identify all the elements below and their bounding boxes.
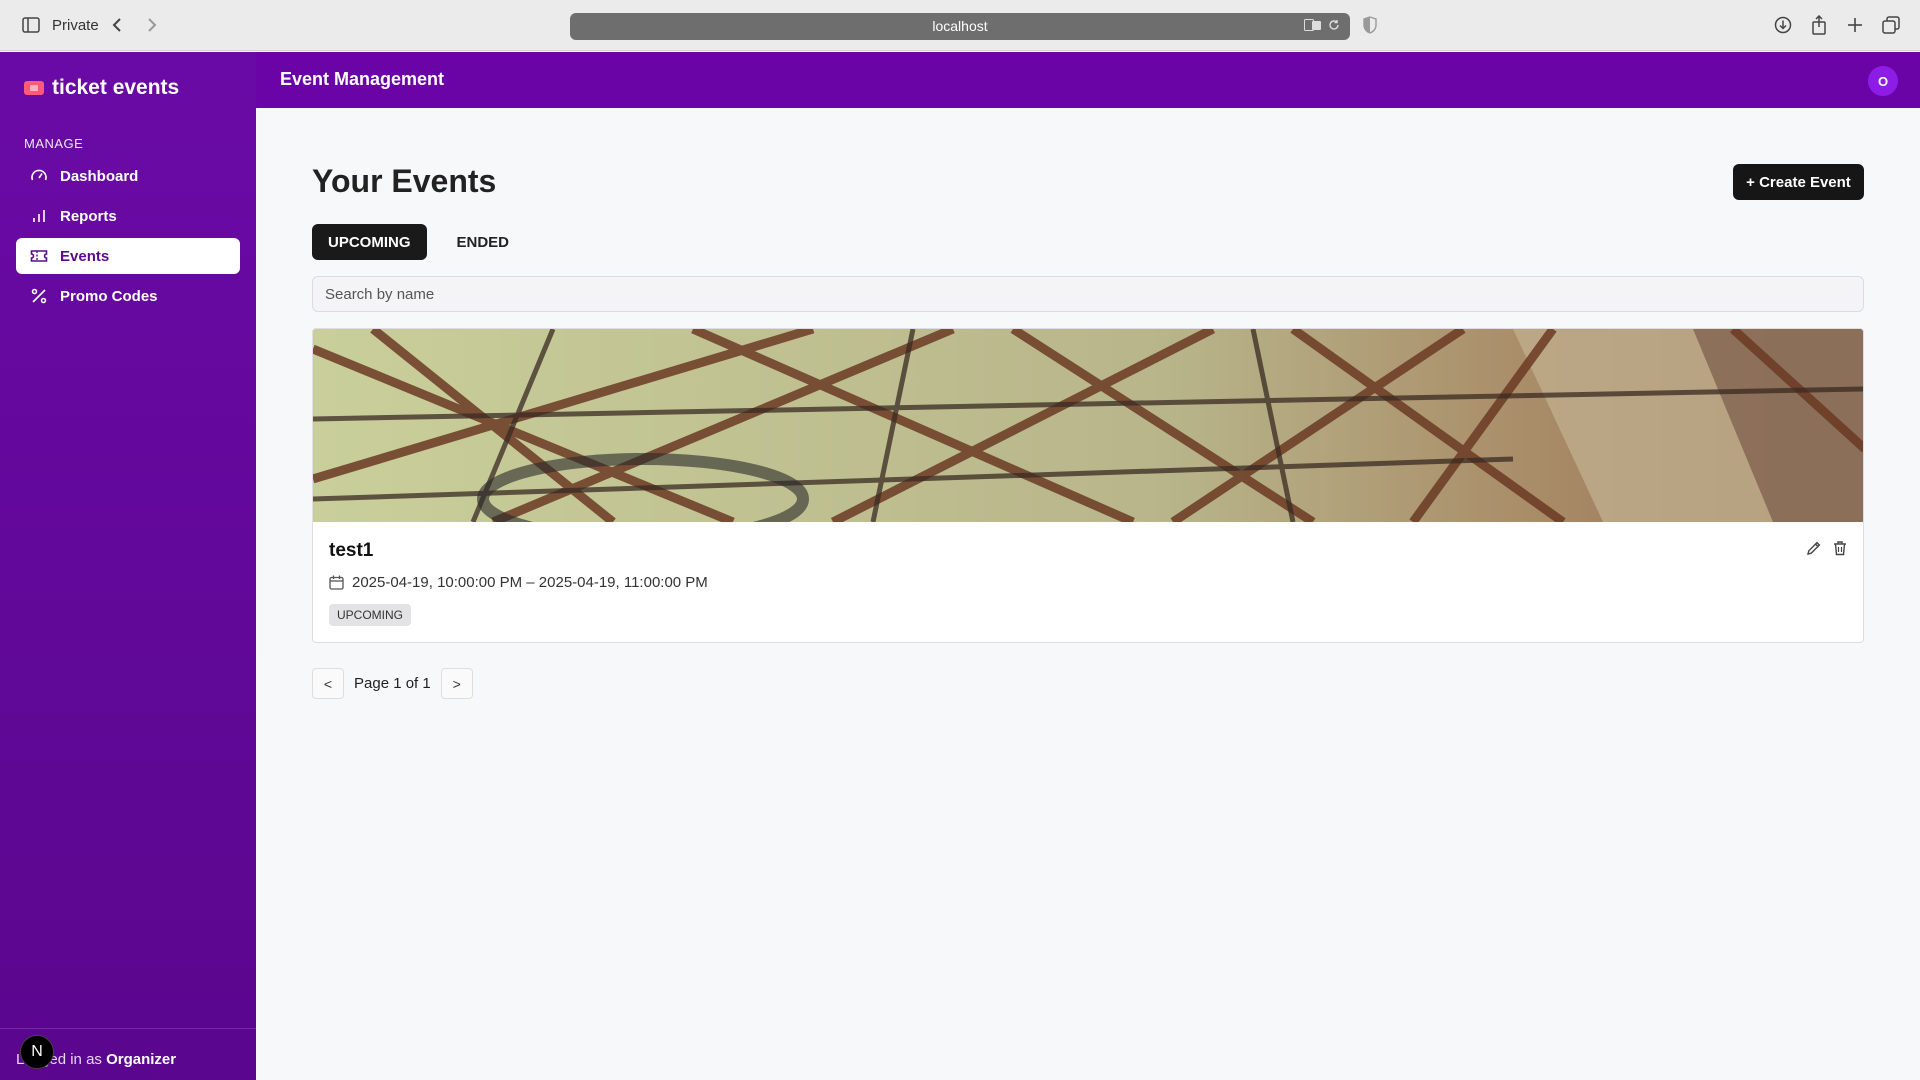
event-banner-image — [313, 329, 1863, 522]
brand-logo[interactable]: ticket events — [24, 76, 179, 100]
tab-upcoming[interactable]: UPCOMING — [312, 224, 427, 260]
private-label: Private — [52, 16, 99, 34]
sidebar-item-dashboard[interactable]: Dashboard — [16, 158, 240, 194]
page-title: Your Events — [312, 163, 497, 199]
sidebar-nav: Dashboard Reports Events Promo Codes — [16, 158, 240, 318]
sidebar-item-label: Reports — [60, 207, 117, 225]
event-card[interactable]: test1 2025-04-19, 10:00:00 PM – 2025-04-… — [312, 328, 1864, 643]
sidebar-item-events[interactable]: Events — [16, 238, 240, 274]
sidebar-item-reports[interactable]: Reports — [16, 198, 240, 234]
percent-icon — [31, 288, 47, 304]
sidebar-item-promo-codes[interactable]: Promo Codes — [16, 278, 240, 314]
event-actions — [1805, 539, 1849, 557]
calendar-icon — [329, 575, 344, 590]
bar-chart-icon — [33, 210, 45, 222]
sidebar-item-label: Dashboard — [60, 167, 139, 185]
sidebar-toggle-icon[interactable] — [20, 14, 42, 36]
gauge-icon — [31, 169, 47, 181]
translate-icon[interactable] — [1304, 13, 1322, 40]
tab-overview-icon[interactable] — [1880, 14, 1902, 36]
shield-icon[interactable] — [1363, 16, 1377, 39]
back-icon[interactable] — [106, 14, 128, 36]
url-bar[interactable]: localhost — [570, 13, 1350, 40]
url-text: localhost — [932, 18, 988, 34]
pagination: < Page 1 of 1 > — [312, 668, 473, 699]
next-page-button[interactable]: > — [440, 668, 473, 699]
status-badge: UPCOMING — [329, 604, 411, 626]
avatar[interactable]: O — [1868, 66, 1898, 96]
sidebar-item-label: Promo Codes — [60, 287, 158, 305]
reload-icon[interactable] — [1328, 13, 1340, 40]
prev-page-button[interactable]: < — [312, 668, 344, 699]
delete-icon[interactable] — [1831, 539, 1849, 557]
edit-icon[interactable] — [1805, 539, 1823, 557]
search-input[interactable] — [312, 276, 1864, 312]
brand-name: ticket events — [52, 76, 180, 99]
event-tabs: UPCOMING ENDED — [312, 224, 525, 260]
ticket-logo-icon — [24, 81, 44, 95]
event-name[interactable]: test1 — [329, 540, 373, 562]
event-dates: 2025-04-19, 10:00:00 PM – 2025-04-19, 11… — [329, 574, 708, 591]
header-title: Event Management — [280, 69, 445, 89]
browser-toolbar: Private localhost — [0, 0, 1920, 51]
share-icon[interactable] — [1808, 14, 1830, 36]
forward-icon[interactable] — [141, 14, 163, 36]
ticket-icon — [30, 250, 48, 262]
page-indicator: Page 1 of 1 — [354, 675, 431, 692]
create-event-button[interactable]: + Create Event — [1733, 164, 1864, 200]
dev-badge[interactable]: N — [20, 1035, 54, 1069]
sidebar: ticket events MANAGE Dashboard Reports E… — [0, 52, 256, 1080]
tab-ended[interactable]: ENDED — [441, 224, 526, 260]
logged-in-user: Organizer — [106, 1051, 177, 1068]
sidebar-item-label: Events — [60, 247, 110, 265]
sidebar-footer: Logged in as Organizer N — [0, 1028, 256, 1080]
new-tab-icon[interactable] — [1844, 14, 1866, 36]
app-header: Event Management O — [256, 52, 1920, 108]
section-label-manage: MANAGE — [24, 136, 84, 151]
event-date-range: 2025-04-19, 10:00:00 PM – 2025-04-19, 11… — [352, 574, 708, 591]
download-icon[interactable] — [1772, 14, 1794, 36]
